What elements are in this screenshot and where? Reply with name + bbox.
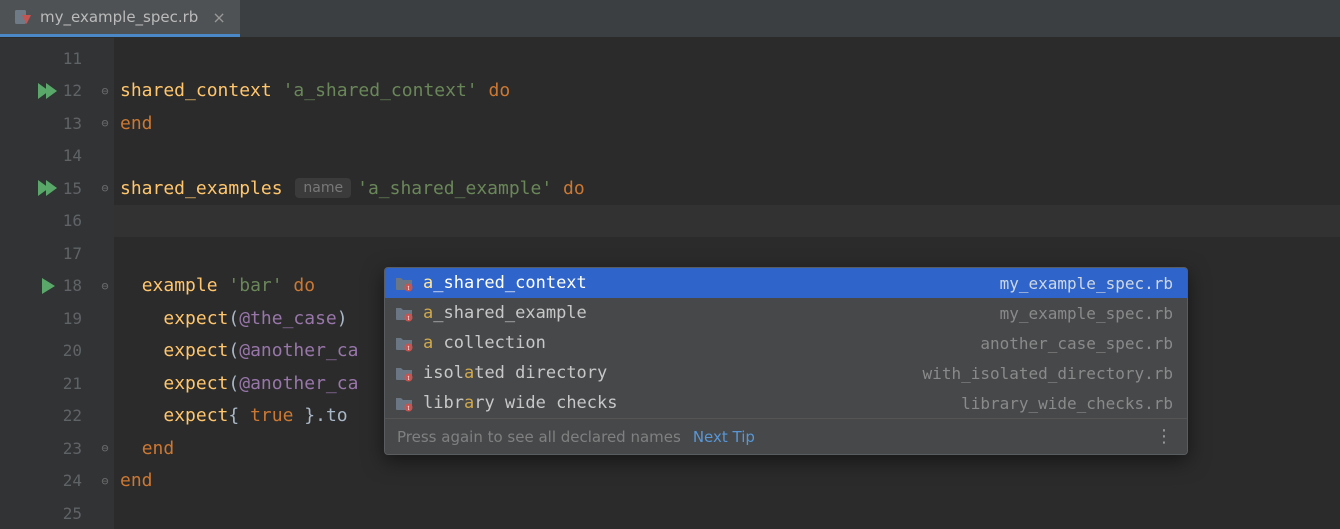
line-number: 12 [63,81,82,100]
completion-location: library_wide_checks.rb [961,394,1173,413]
current-line-highlight [114,205,1340,238]
line-number: 24 [63,471,82,490]
line-number: 16 [63,211,82,230]
completion-name: a_shared_context [423,273,587,293]
shared-group-icon: t [395,334,413,352]
gutter-row[interactable]: 20 [0,335,96,368]
completion-item[interactable]: t a_shared_context my_example_spec.rb [385,268,1187,298]
parameter-hint: name [295,178,351,198]
gutter-row[interactable]: 14 [0,140,96,173]
line-number: 19 [63,309,82,328]
gutter-row[interactable]: 15 [0,172,96,205]
completion-name: a_shared_example [423,303,587,323]
gutter-row[interactable]: 18 [0,270,96,303]
editor: 11 12 13 14 15 16 17 18 19 20 21 22 23 24 25 ⊖ ⊖ ⊖ ⊖ ⊖ ⊖ sh… [0,38,1340,529]
code-line: end [114,465,1340,498]
shared-group-icon: t [395,274,413,292]
gutter-row[interactable]: 24 [0,465,96,498]
gutter-row[interactable]: 16 [0,205,96,238]
line-number: 15 [63,179,82,198]
fold-close-icon[interactable]: ⊖ [98,116,112,130]
gutter-row[interactable]: 23 [0,432,96,465]
tab-filename: my_example_spec.rb [40,8,198,26]
code-line [114,42,1340,75]
code-line [114,497,1340,529]
completion-item[interactable]: t isolated directory with_isolated_directo… [385,358,1187,388]
gutter-row[interactable]: 17 [0,237,96,270]
shared-group-icon: t [395,364,413,382]
completion-location: my_example_spec.rb [1000,304,1173,323]
completion-name: library wide checks [423,393,618,413]
completion-name: a collection [423,333,546,353]
line-number: 17 [63,244,82,263]
fold-close-icon[interactable]: ⊖ [98,441,112,455]
completion-popup: ta_shared_contextmy_example_spec.rbta_sh… [384,267,1188,455]
gutter-row[interactable]: 22 [0,400,96,433]
fold-column: ⊖ ⊖ ⊖ ⊖ ⊖ ⊖ [96,38,114,529]
line-number: 14 [63,146,82,165]
completion-item[interactable]: t library wide checks library_wide_checks.… [385,388,1187,418]
line-number: 23 [63,439,82,458]
code-line [114,237,1340,270]
gutter: 11 12 13 14 15 16 17 18 19 20 21 22 23 24 25 [0,38,96,529]
run-icon[interactable] [42,278,55,294]
completion-name: isolated directory [423,363,607,383]
completion-item[interactable]: t a collection another_case_spec.rb [385,328,1187,358]
fold-open-icon[interactable]: ⊖ [98,279,112,293]
shared-group-icon: t [395,394,413,412]
gutter-row[interactable]: 25 [0,497,96,529]
gutter-row[interactable]: 21 [0,367,96,400]
gutter-row[interactable]: 13 [0,107,96,140]
code-line: shared_context 'a_shared_context' do [114,75,1340,108]
line-number: 11 [63,49,82,68]
close-icon[interactable]: × [212,8,225,27]
kebab-icon[interactable]: ⋮ [1155,426,1175,447]
code-line [114,140,1340,173]
ruby-file-icon [14,8,32,26]
completion-location: with_isolated_directory.rb [923,364,1173,383]
line-number: 18 [63,276,82,295]
code-line: end [114,107,1340,140]
line-number: 25 [63,504,82,523]
shared-group-icon: t [395,304,413,322]
editor-tab[interactable]: my_example_spec.rb × [0,0,240,37]
next-tip-link[interactable]: Next Tip [693,428,755,446]
gutter-row[interactable]: 12 [0,75,96,108]
code-line: shared_examples name'a_shared_example' d… [114,172,1340,205]
line-number: 20 [63,341,82,360]
completion-item[interactable]: t a_shared_example my_example_spec.rb [385,298,1187,328]
tab-bar: my_example_spec.rb × [0,0,1340,38]
fold-close-icon[interactable]: ⊖ [98,474,112,488]
line-number: 22 [63,406,82,425]
completion-location: another_case_spec.rb [980,334,1173,353]
line-number: 21 [63,374,82,393]
line-number: 13 [63,114,82,133]
fold-open-icon[interactable]: ⊖ [98,84,112,98]
gutter-row[interactable]: 11 [0,42,96,75]
popup-footer: Press again to see all declared names Ne… [385,418,1187,454]
fold-open-icon[interactable]: ⊖ [98,181,112,195]
popup-hint: Press again to see all declared names [397,428,681,446]
gutter-row[interactable]: 19 [0,302,96,335]
completion-location: my_example_spec.rb [1000,274,1173,293]
